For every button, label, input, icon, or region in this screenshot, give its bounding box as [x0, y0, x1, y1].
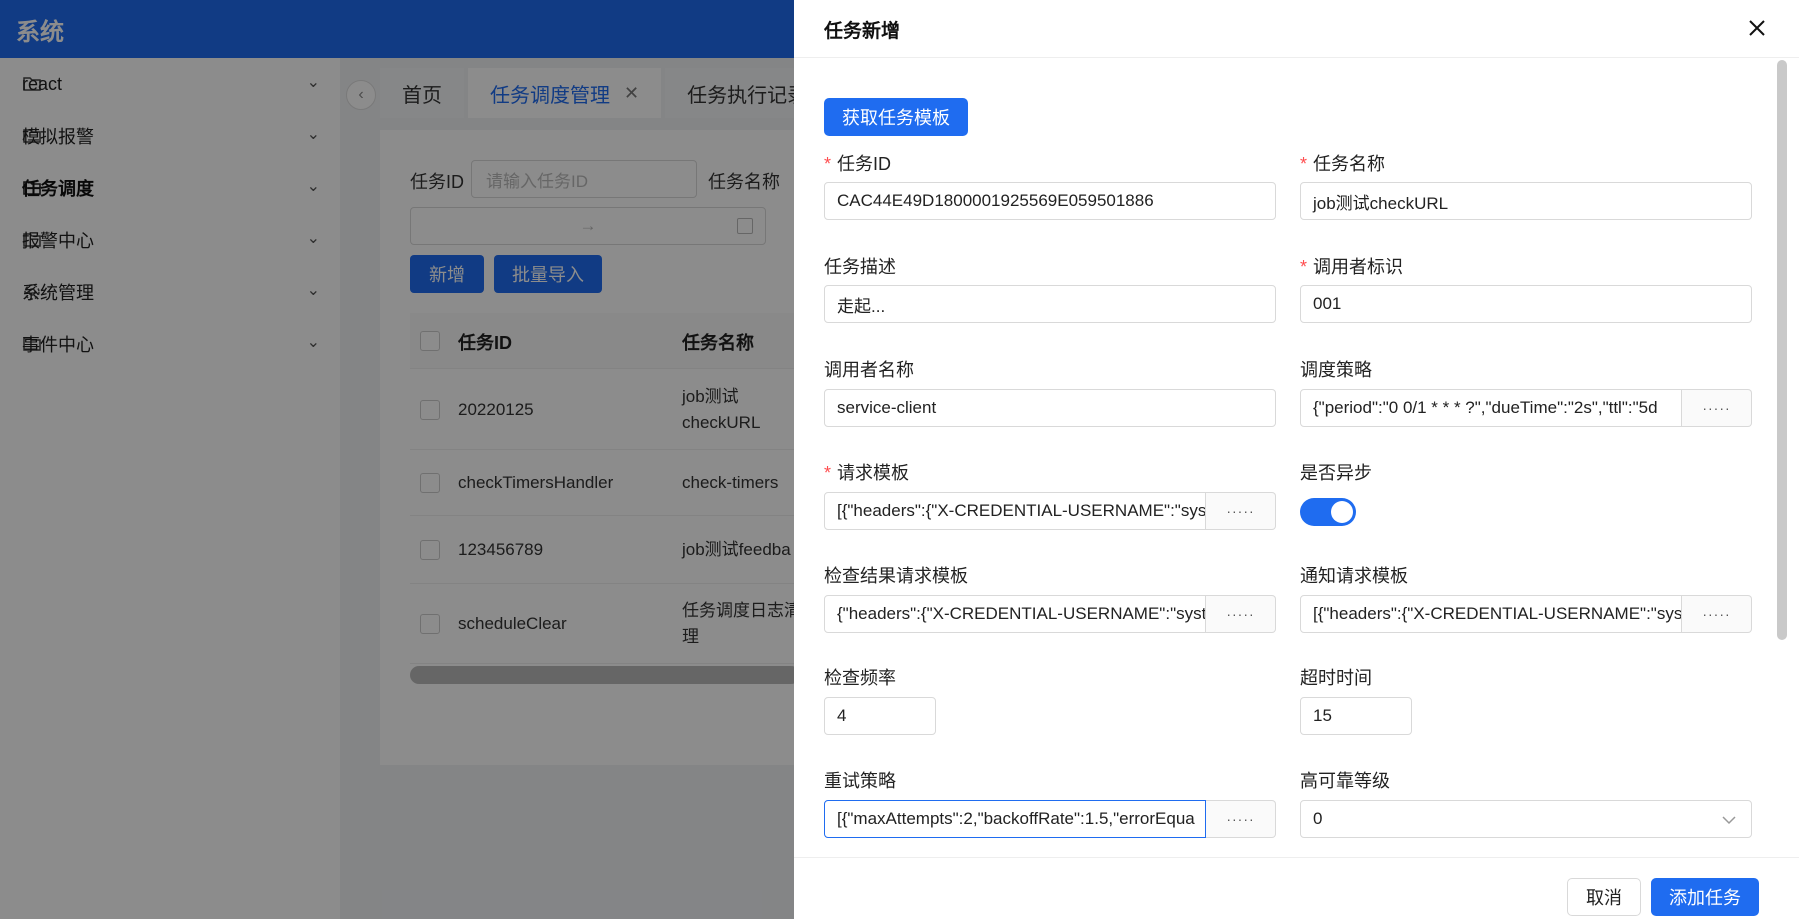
caller-id-label: * 调用者标识: [1300, 253, 1403, 279]
check-template-more-button[interactable]: ·····: [1206, 595, 1276, 633]
retry-policy-more-button[interactable]: ·····: [1206, 800, 1276, 838]
drawer-header: 任务新增: [794, 0, 1799, 58]
retry-policy-input[interactable]: [{"maxAttempts":2,"backoffRate":1.5,"err…: [824, 800, 1206, 838]
timeout-label: 超时时间: [1300, 668, 1372, 688]
toggle-knob: [1331, 501, 1353, 523]
schedule-policy-label: 调度策略: [1300, 360, 1372, 380]
task-name-input[interactable]: job测试checkURL: [1300, 182, 1752, 220]
drawer-scrollbar[interactable]: [1777, 60, 1787, 640]
schedule-policy-more-button[interactable]: ·····: [1682, 389, 1752, 427]
drawer-title: 任务新增: [824, 21, 901, 42]
task-desc-label: 任务描述: [824, 257, 896, 277]
check-template-label: 检查结果请求模板: [824, 566, 968, 586]
task-name-label: * 任务名称: [1300, 150, 1385, 176]
ha-level-label: 高可靠等级: [1300, 771, 1390, 791]
submit-add-task-button[interactable]: 添加任务: [1651, 878, 1759, 916]
timeout-input[interactable]: 15: [1300, 697, 1412, 735]
required-mark: *: [1300, 154, 1308, 174]
check-freq-label: 检查频率: [824, 668, 896, 688]
schedule-policy-input[interactable]: {"period":"0 0/1 * * * ?","dueTime":"2s"…: [1300, 389, 1682, 427]
label-text: 调用者标识: [1313, 257, 1404, 277]
chevron-down-icon: [1722, 816, 1736, 825]
required-mark: *: [824, 463, 832, 483]
ha-level-value: 0: [1313, 809, 1323, 828]
request-template-label: * 请求模板: [824, 459, 909, 485]
required-mark: *: [824, 154, 832, 174]
request-template-more-button[interactable]: ·····: [1206, 492, 1276, 530]
close-icon: [1749, 20, 1765, 36]
task-id-label: * 任务ID: [824, 150, 891, 176]
required-mark: *: [1300, 257, 1308, 277]
label-text: 请求模板: [837, 463, 910, 483]
notify-template-input[interactable]: [{"headers":{"X-CREDENTIAL-USERNAME":"sy…: [1300, 595, 1682, 633]
request-template-input[interactable]: [{"headers":{"X-CREDENTIAL-USERNAME":"sy…: [824, 492, 1206, 530]
drawer-footer: [794, 857, 1799, 919]
notify-template-more-button[interactable]: ·····: [1682, 595, 1752, 633]
ha-level-select[interactable]: 0: [1300, 800, 1752, 838]
task-add-drawer: 任务新增 获取任务模板 * 任务ID CAC44E49D1800001925569…: [794, 0, 1799, 919]
check-template-input[interactable]: {"headers":{"X-CREDENTIAL-USERNAME":"sys…: [824, 595, 1206, 633]
caller-id-input[interactable]: 001: [1300, 285, 1752, 323]
async-label: 是否异步: [1300, 463, 1372, 483]
label-text: 任务名称: [1313, 154, 1386, 174]
async-toggle[interactable]: [1300, 498, 1356, 526]
notify-template-label: 通知请求模板: [1300, 566, 1408, 586]
get-template-button[interactable]: 获取任务模板: [824, 98, 968, 136]
retry-policy-label: 重试策略: [824, 771, 896, 791]
task-desc-input[interactable]: 走起...: [824, 285, 1276, 323]
drawer-close-button[interactable]: [1739, 10, 1775, 46]
check-freq-input[interactable]: 4: [824, 697, 936, 735]
caller-name-label: 调用者名称: [824, 360, 914, 380]
cancel-button[interactable]: 取消: [1567, 878, 1641, 916]
task-id-input[interactable]: CAC44E49D1800001925569E059501886: [824, 182, 1276, 220]
caller-name-input[interactable]: service-client: [824, 389, 1276, 427]
label-text: 任务ID: [837, 154, 892, 174]
